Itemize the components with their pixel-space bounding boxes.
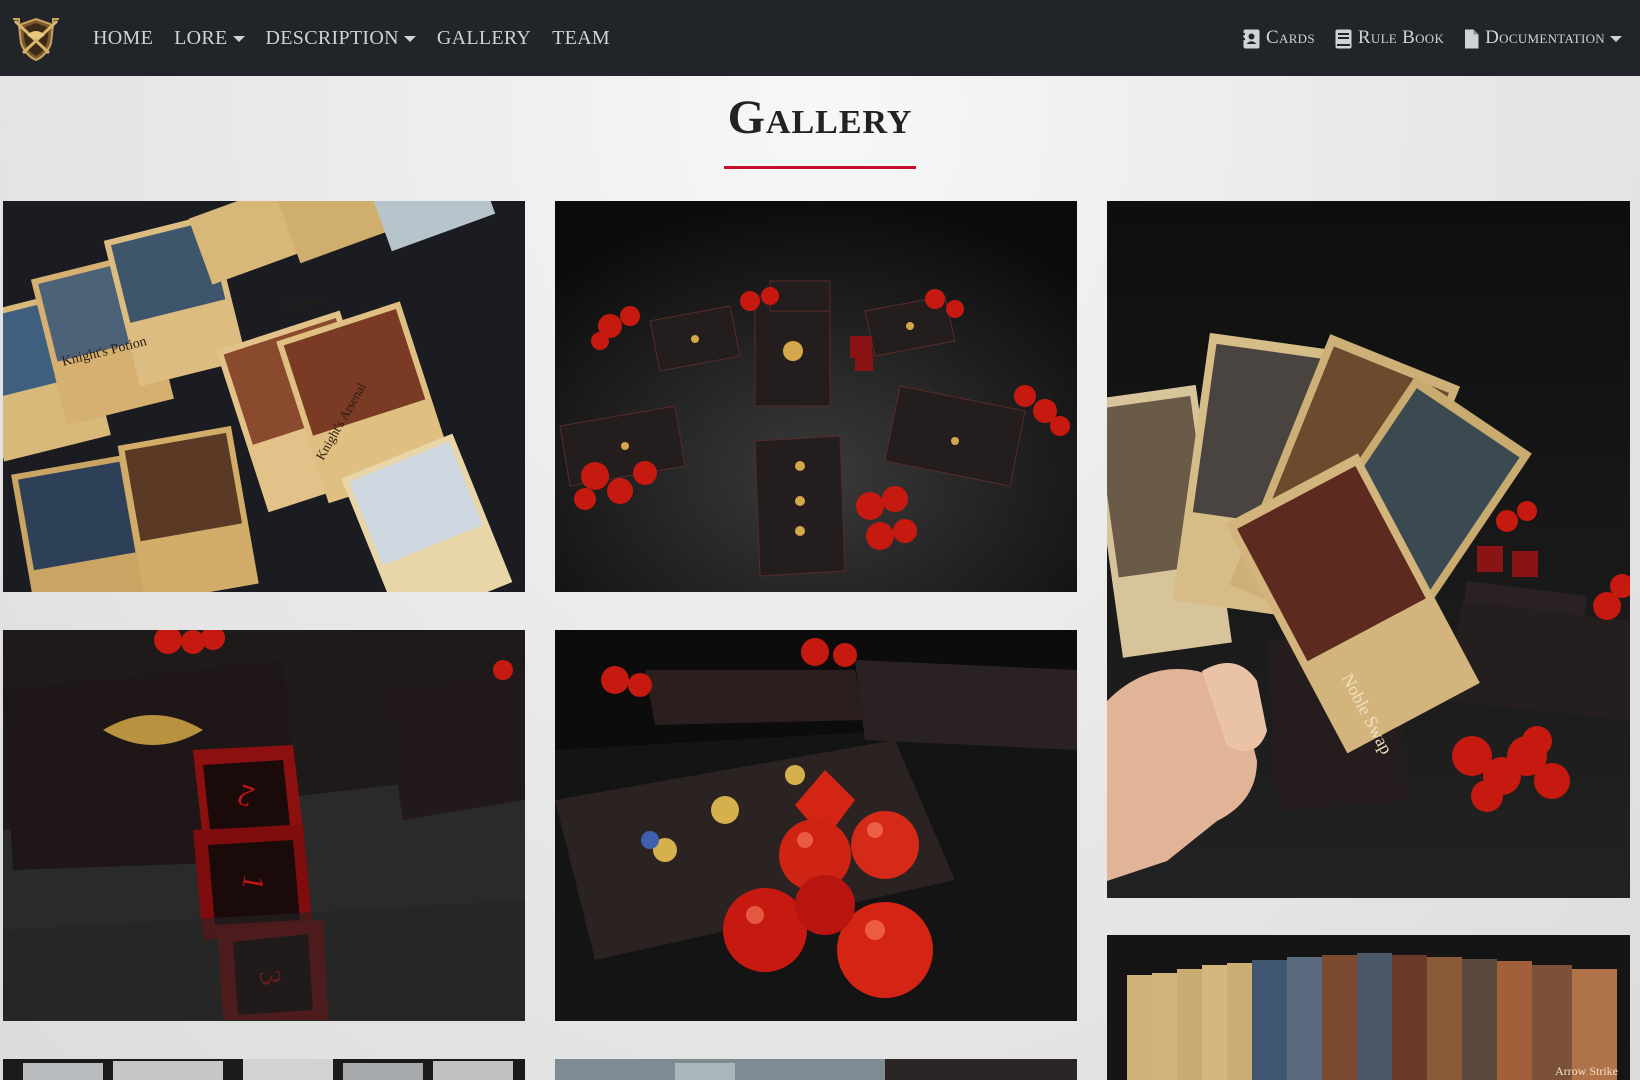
nav-home-label: HOME: [93, 26, 154, 49]
photo-red-gems-on-card[interactable]: [555, 630, 1077, 1021]
nav-rule-book[interactable]: Rule Book: [1335, 27, 1444, 49]
book-icon: [1335, 29, 1352, 49]
photo-fanned-character-cards[interactable]: Arrow Strike: [1107, 935, 1630, 1080]
nav-gallery[interactable]: GALLERY: [437, 27, 531, 50]
nav-description-dropdown[interactable]: DESCRIPTION: [266, 27, 416, 50]
chevron-down-icon: [232, 36, 245, 42]
nav-description-label: DESCRIPTION: [265, 26, 399, 49]
crossed-swords-shield-icon: [13, 17, 59, 62]
photo-card-backs-and-red-gems[interactable]: [555, 201, 1077, 592]
nav-documentation-dropdown[interactable]: Documentation: [1464, 27, 1622, 49]
title-underline: [724, 166, 916, 169]
nav-team[interactable]: TEAM: [552, 27, 610, 50]
nav-gallery-label: GALLERY: [436, 26, 532, 49]
svg-text:Arrow Strike: Arrow Strike: [1555, 1064, 1618, 1078]
page-title: Gallery: [727, 91, 913, 144]
photo-red-dice-closeup[interactable]: 2 1 3: [3, 630, 525, 1021]
nav-documentation-label: Documentation: [1485, 27, 1605, 48]
contact-card-icon: [1243, 29, 1260, 49]
photo-hand-holding-cards[interactable]: Noble Swap: [1107, 201, 1630, 898]
file-icon: [1465, 29, 1479, 49]
nav-lore-dropdown[interactable]: LORE: [174, 26, 245, 50]
nav-home[interactable]: HOME: [93, 27, 153, 50]
nav-cards[interactable]: Cards: [1243, 27, 1315, 49]
chevron-down-icon: [403, 36, 416, 42]
nav-rule-book-label: Rule Book: [1357, 27, 1445, 48]
photo-character-cards-spread[interactable]: Knight's Potion Alliance Knight's Arsena…: [3, 201, 525, 592]
chevron-down-icon: [1610, 36, 1622, 42]
site-logo[interactable]: [8, 13, 64, 63]
nav-lore-label: LORE: [174, 26, 228, 49]
photo-snowy-artwork[interactable]: [555, 1059, 1077, 1080]
nav-team-label: TEAM: [552, 26, 611, 49]
nav-cards-label: Cards: [1266, 27, 1315, 48]
photo-quest-cards[interactable]: [3, 1059, 525, 1080]
top-navbar: HOME LORE DESCRIPTION GALLERY TEAM Cards: [0, 0, 1640, 76]
